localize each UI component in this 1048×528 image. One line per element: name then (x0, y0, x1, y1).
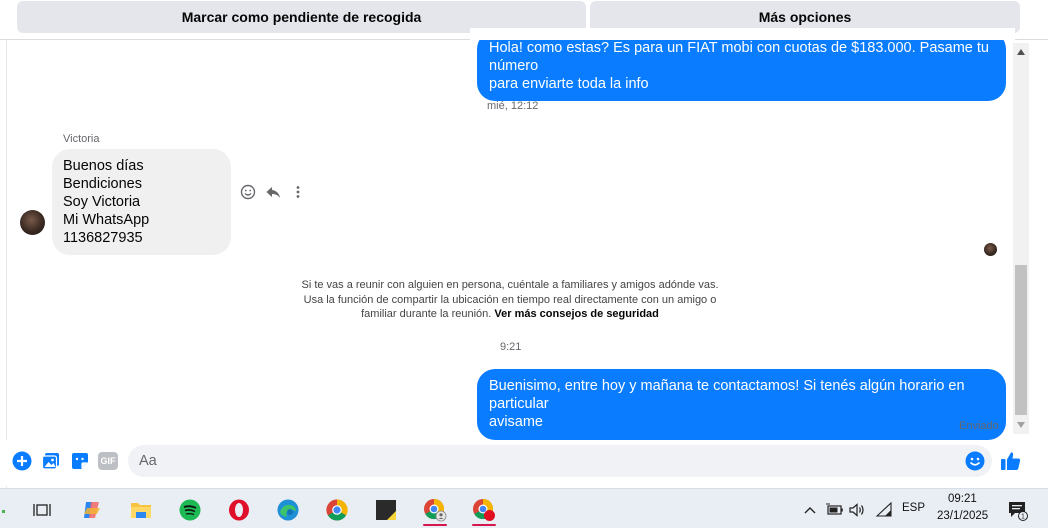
reply-icon[interactable] (264, 183, 282, 201)
edge-icon[interactable] (268, 493, 308, 527)
opera-icon[interactable] (219, 493, 259, 527)
sticker-icon[interactable] (69, 450, 91, 472)
gif-icon[interactable]: GIF (97, 450, 119, 472)
spotify-icon[interactable] (170, 493, 210, 527)
sender-avatar[interactable] (20, 210, 45, 235)
outgoing-message[interactable]: Buenisimo, entre hoy y mañana te contact… (477, 369, 1006, 440)
photo-icon[interactable] (40, 450, 62, 472)
safety-notice: Si te vas a reunir con alguien en person… (300, 278, 720, 322)
scroll-clip-mask (470, 28, 1015, 40)
conversation-scrollbar[interactable] (1013, 43, 1029, 434)
message-timestamp: mié, 12:12 (487, 100, 539, 112)
more-vertical-icon[interactable] (289, 183, 307, 201)
sticky-notes-icon[interactable] (366, 493, 406, 527)
plus-icon[interactable] (11, 450, 33, 472)
clock-date[interactable]: 23/1/2025 (937, 510, 988, 522)
chevron-up-icon[interactable] (800, 493, 820, 527)
message-line: Hola! como estas? Es para un FIAT mobi c… (489, 40, 989, 74)
window-left-edge (0, 0, 7, 488)
notification-icon[interactable]: 1 (1002, 493, 1032, 527)
scroll-up-arrow-icon[interactable] (1013, 45, 1029, 59)
incoming-message[interactable]: Buenos días Bendiciones Soy Victoria Mi … (52, 149, 231, 255)
wifi-icon[interactable] (872, 493, 896, 527)
outgoing-message[interactable]: Hola! como estas? Es para un FIAT mobi c… (477, 31, 1006, 101)
message-line: avisame (489, 414, 543, 430)
copilot-icon[interactable] (72, 493, 112, 527)
clock-time[interactable]: 09:21 (948, 493, 977, 505)
message-line: Buenos días (63, 158, 144, 174)
sender-name: Victoria (63, 133, 100, 145)
windows-taskbar: ESP 09:21 23/1/2025 1 (0, 488, 1048, 528)
volume-icon[interactable] (846, 493, 868, 527)
status-dot (2, 510, 5, 513)
message-line: Buenisimo, entre hoy y mañana te contact… (489, 378, 965, 412)
safety-tips-link[interactable]: Ver más consejos de seguridad (494, 308, 658, 320)
active-indicator (423, 524, 447, 526)
message-line: Bendiciones (63, 176, 142, 192)
message-input[interactable] (128, 445, 992, 477)
file-explorer-icon[interactable] (121, 493, 161, 527)
message-composer: GIF (0, 440, 1048, 486)
messenger-window: Marcar como pendiente de recogida Más op… (0, 0, 1048, 528)
scroll-down-arrow-icon[interactable] (1013, 418, 1029, 432)
battery-icon[interactable] (824, 493, 846, 527)
gif-label: GIF (98, 452, 118, 470)
chrome-profile-icon[interactable] (415, 493, 455, 527)
emoji-icon[interactable] (964, 450, 986, 472)
message-line: Soy Victoria (63, 194, 141, 210)
read-receipt-avatar (984, 243, 997, 256)
task-view-icon[interactable] (22, 493, 62, 527)
notification-count: 1 (1021, 514, 1025, 521)
active-indicator (472, 524, 496, 526)
chrome-icon[interactable] (317, 493, 357, 527)
message-line: Mi WhatsApp 1136827935 (63, 212, 150, 246)
message-timestamp: 9:21 (500, 341, 522, 353)
message-status: Enviado (959, 420, 999, 432)
message-line: para enviarte toda la info (489, 76, 649, 92)
chrome-recording-icon[interactable] (464, 493, 504, 527)
keyboard-language[interactable]: ESP (902, 502, 925, 514)
like-icon[interactable] (1000, 450, 1022, 472)
scroll-thumb[interactable] (1015, 265, 1027, 415)
react-emoji-icon[interactable] (239, 183, 257, 201)
